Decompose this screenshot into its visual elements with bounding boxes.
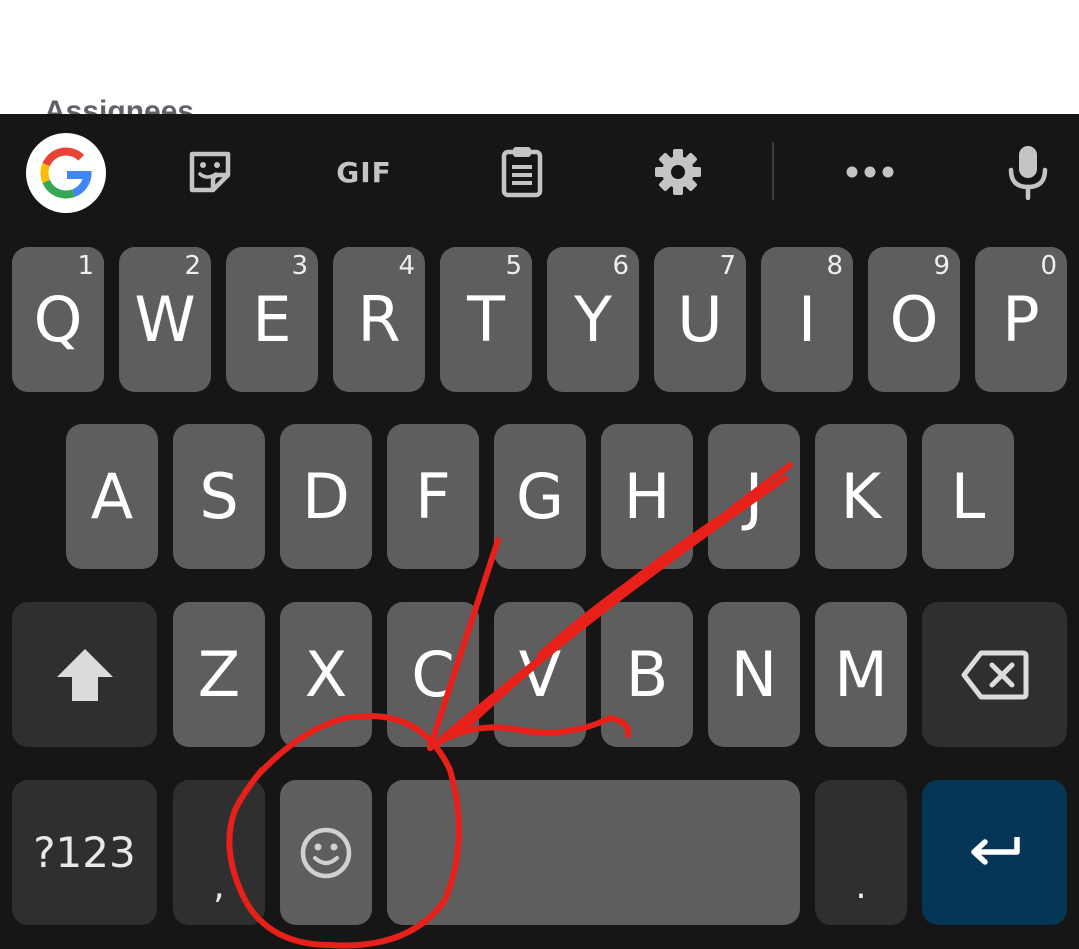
key-z[interactable]: Z [173, 602, 265, 747]
key-l[interactable]: L [922, 424, 1014, 569]
key-label: C [411, 638, 455, 711]
key-hint: 8 [826, 251, 843, 281]
google-g-icon [40, 147, 92, 199]
key-u[interactable]: 7U [654, 247, 746, 392]
key-e[interactable]: 3E [226, 247, 318, 392]
shift-key[interactable] [12, 602, 157, 747]
key-g[interactable]: G [494, 424, 586, 569]
clipboard-icon [501, 147, 543, 198]
key-label: B [625, 638, 669, 711]
key-label: Q [33, 283, 83, 356]
key-m[interactable]: M [815, 602, 907, 747]
clipboard-button[interactable] [482, 132, 562, 212]
key-label: O [889, 283, 939, 356]
emoji-key[interactable] [280, 780, 372, 925]
key-b[interactable]: B [601, 602, 693, 747]
key-hint: 9 [933, 251, 950, 281]
key-label: A [90, 460, 134, 533]
gif-button[interactable]: GIF [322, 132, 406, 212]
comma-key[interactable]: , [173, 780, 265, 925]
key-label: U [677, 283, 723, 356]
toolbar-divider [772, 142, 774, 200]
key-label: N [730, 638, 778, 711]
key-label: T [467, 283, 505, 356]
key-hint: 5 [505, 251, 522, 281]
key-k[interactable]: K [815, 424, 907, 569]
key-label: D [302, 460, 350, 533]
backspace-icon [961, 650, 1028, 699]
key-hint: 2 [184, 251, 201, 281]
key-label: H [623, 460, 671, 533]
key-hint: 0 [1040, 251, 1057, 281]
gear-icon [655, 149, 701, 195]
key-label: V [518, 638, 562, 711]
enter-arrow-icon [970, 836, 1020, 865]
sticker-button[interactable] [170, 132, 250, 212]
soft-keyboard: G I F 1 Q 2 W 3 E 4 R 5 T 6 Y 7 U 8 I 9 O … [0, 114, 1079, 949]
key-x[interactable]: X [280, 602, 372, 747]
key-r[interactable]: 4R [333, 247, 425, 392]
key-label: X [304, 638, 348, 711]
key-p[interactable]: 0P [975, 247, 1067, 392]
comma-label: , [213, 866, 225, 907]
key-label: I [797, 283, 817, 356]
mic-icon [1008, 146, 1048, 200]
key-label: G [515, 460, 565, 533]
key-hint: 1 [77, 251, 94, 281]
smiley-icon [300, 827, 352, 878]
key-t[interactable]: 5T [440, 247, 532, 392]
key-label: L [950, 460, 986, 533]
key-n[interactable]: N [708, 602, 800, 747]
spacebar-key[interactable] [387, 780, 800, 925]
key-w[interactable]: 2W [119, 247, 211, 392]
enter-key[interactable] [922, 780, 1067, 925]
more-icon [846, 166, 894, 178]
key-a[interactable]: A [66, 424, 158, 569]
key-d[interactable]: D [280, 424, 372, 569]
key-c[interactable]: C [387, 602, 479, 747]
key-v[interactable]: V [494, 602, 586, 747]
key-label: Z [197, 638, 241, 711]
assignees-label: Assignees [44, 95, 195, 114]
sticker-icon [189, 151, 231, 193]
period-key[interactable]: . [815, 780, 907, 925]
key-label: Y [574, 283, 612, 356]
period-label: . [855, 866, 867, 907]
backspace-key[interactable] [922, 602, 1067, 747]
key-hint: 4 [398, 251, 415, 281]
google-search-button[interactable] [26, 133, 106, 213]
key-label: R [357, 283, 401, 356]
key-label: E [252, 283, 292, 356]
key-hint: 7 [719, 251, 736, 281]
key-label: S [199, 460, 239, 533]
key-label: P [1002, 283, 1040, 356]
key-h[interactable]: H [601, 424, 693, 569]
key-label: F [415, 460, 451, 533]
key-label: M [834, 638, 888, 711]
settings-button[interactable] [638, 132, 718, 212]
key-label: K [840, 460, 882, 533]
key-label: W [134, 283, 196, 356]
key-q[interactable]: 1Q [12, 247, 104, 392]
key-s[interactable]: S [173, 424, 265, 569]
key-j[interactable]: J [708, 424, 800, 569]
key-hint: 6 [612, 251, 629, 281]
symbols-label: ?123 [33, 828, 136, 877]
key-f[interactable]: F [387, 424, 479, 569]
symbols-key[interactable]: ?123 [12, 780, 157, 925]
key-y[interactable]: 6Y [547, 247, 639, 392]
app-content-area: Assignees [0, 0, 1079, 114]
key-i[interactable]: 8I [761, 247, 853, 392]
key-o[interactable]: 9O [868, 247, 960, 392]
more-button[interactable] [830, 132, 910, 212]
keyboard-toolbar: GIF [0, 114, 1079, 230]
key-label: J [744, 460, 764, 533]
shift-arrow-icon [56, 648, 113, 701]
key-hint: 3 [291, 251, 308, 281]
gif-label: GIF [336, 155, 392, 189]
voice-input-button[interactable] [988, 132, 1068, 212]
